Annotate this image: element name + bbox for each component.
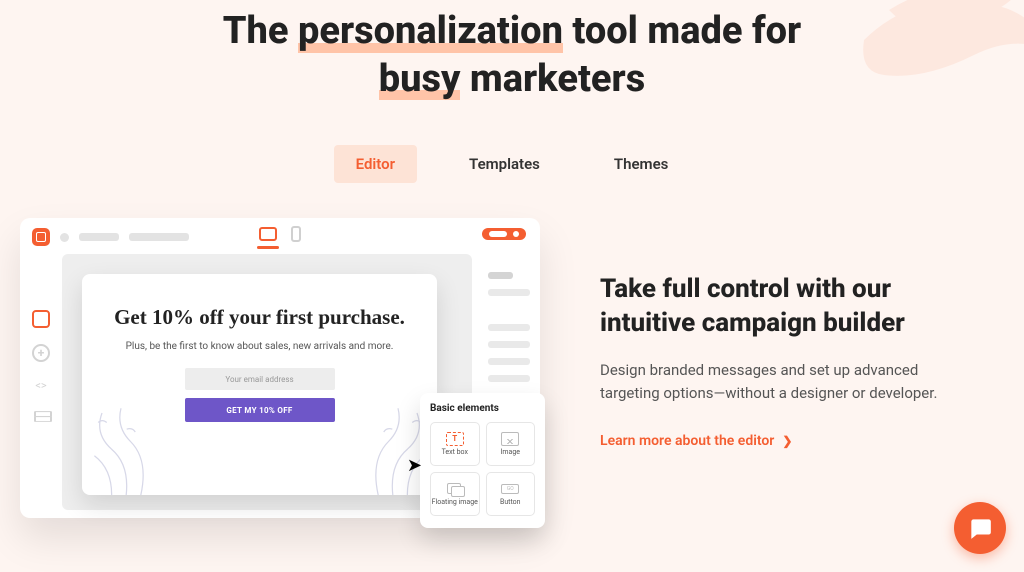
preview-left-rail: <>: [20, 254, 62, 518]
element-image: Image: [486, 422, 536, 466]
hero-highlight-1: personalization: [298, 8, 563, 56]
popup-subtext: Plus, be the first to know about sales, …: [110, 340, 409, 354]
learn-more-link[interactable]: Learn more about the editor ❯: [600, 433, 792, 449]
placeholder-line: [129, 233, 189, 241]
feature-body: Design branded messages and set up advan…: [600, 359, 960, 406]
floral-decoration: [82, 375, 159, 495]
chat-button[interactable]: [954, 502, 1006, 554]
tab-themes[interactable]: Themes: [592, 145, 690, 183]
popup-cta-button: GET MY 10% OFF: [185, 398, 335, 422]
tab-templates[interactable]: Templates: [447, 145, 562, 183]
element-floating-image: Floating image: [430, 472, 480, 516]
rail-display-icon: [32, 310, 50, 328]
placeholder-line: [79, 233, 119, 241]
rail-add-icon: [32, 344, 50, 362]
desktop-device-icon: [259, 227, 277, 241]
preview-popup: Get 10% off your first purchase. Plus, b…: [82, 274, 437, 495]
chat-icon: [967, 515, 993, 541]
element-label: Image: [501, 449, 521, 457]
hero-highlight-2: busy: [379, 56, 461, 104]
decorative-swoosh: [854, 0, 1024, 130]
preview-toolbar: [20, 218, 540, 254]
mobile-device-icon: [291, 226, 301, 242]
basic-elements-panel: Basic elements T Text box Image Floating…: [420, 393, 545, 528]
learn-more-label: Learn more about the editor: [600, 433, 774, 449]
feature-description: Take full control with our intuitive cam…: [600, 218, 960, 449]
image-icon: [501, 432, 519, 446]
floating-image-icon: [446, 482, 464, 496]
hero-line2-post: marketers: [460, 57, 645, 101]
element-label: Button: [500, 499, 521, 507]
element-text-box: T Text box: [430, 422, 480, 466]
hero-line1-pre: The: [223, 9, 298, 53]
cursor-icon: ➤: [407, 455, 422, 476]
rail-code-icon: <>: [32, 378, 50, 392]
placeholder-dot: [60, 233, 69, 242]
elements-panel-title: Basic elements: [430, 403, 535, 414]
feature-tabs: Editor Templates Themes: [0, 145, 1024, 183]
popup-email-input: Your email address: [185, 368, 335, 390]
app-logo-icon: [32, 228, 50, 246]
editor-preview: <> Get 10% off your first purchase. Plus…: [20, 218, 540, 518]
feature-heading: Take full control with our intuitive cam…: [600, 273, 960, 341]
tab-editor[interactable]: Editor: [334, 145, 417, 183]
element-label: Floating image: [432, 499, 478, 507]
element-label: Text box: [442, 449, 468, 457]
preview-toggle: [482, 228, 526, 240]
rail-layers-icon: [32, 408, 50, 422]
popup-heading: Get 10% off your first purchase.: [110, 304, 409, 330]
chevron-right-icon: ❯: [782, 434, 792, 448]
hero-line1-post: tool made for: [563, 9, 801, 53]
element-button: GO Button: [486, 472, 536, 516]
button-icon: GO: [501, 484, 519, 494]
text-box-icon: T: [446, 432, 464, 446]
